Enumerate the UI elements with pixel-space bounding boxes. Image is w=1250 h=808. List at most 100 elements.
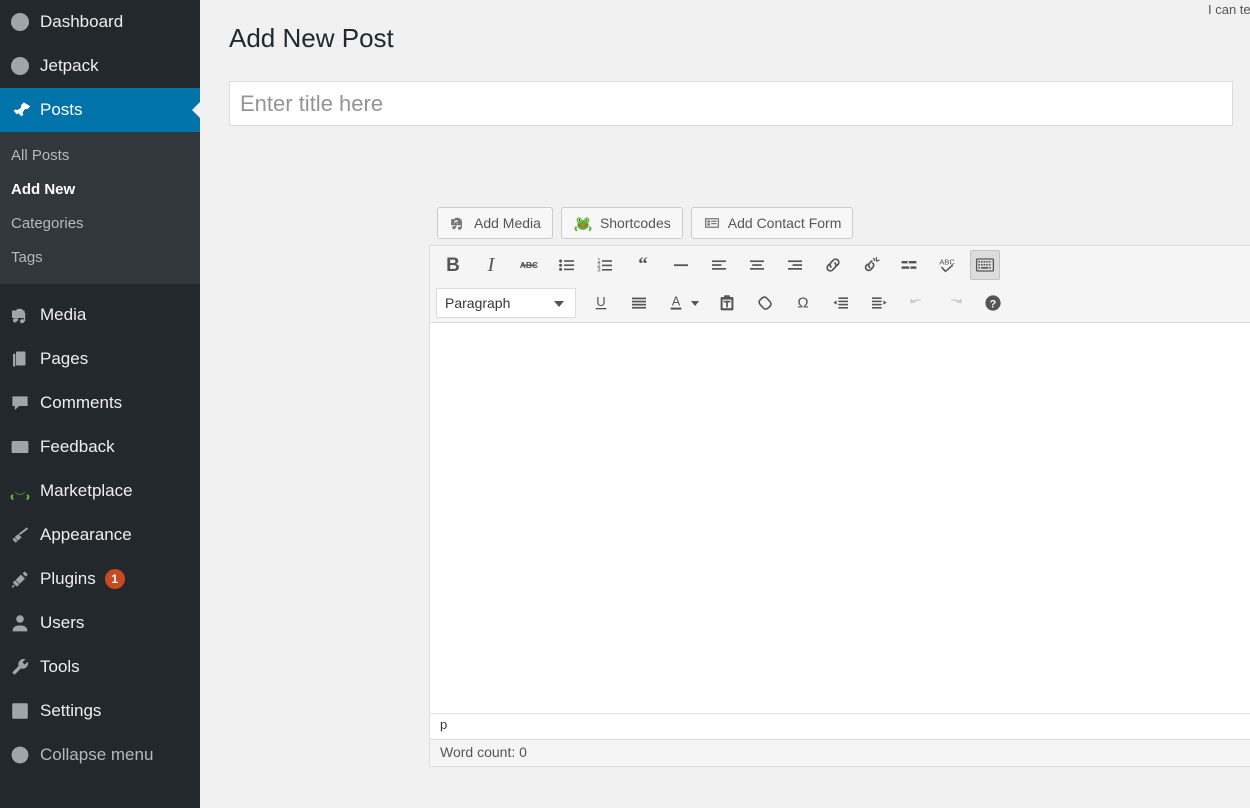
indent-button[interactable] [864, 288, 894, 318]
menu-separator [0, 284, 200, 293]
clear-formatting-button[interactable] [750, 288, 780, 318]
spellcheck-button[interactable]: ABC [932, 250, 962, 280]
text-color-button[interactable]: A [662, 288, 704, 318]
add-media-label: Add Media [474, 215, 541, 231]
add-media-icon [449, 214, 467, 232]
post-editor: Visual Text [429, 196, 1250, 767]
sidebar-item-plugins[interactable]: Plugins 1 [0, 557, 200, 601]
main-content: I can tell Add New Post Visual Text [200, 0, 1250, 808]
chevron-down-icon [691, 300, 699, 306]
sidebar-item-settings[interactable]: Settings [0, 689, 200, 733]
svg-text:?: ? [990, 298, 997, 310]
sidebar-item-dashboard[interactable]: Dashboard [0, 0, 200, 44]
strikethrough-button[interactable]: ABC [514, 250, 544, 280]
align-right-button[interactable] [780, 250, 810, 280]
svg-text:“: “ [638, 254, 648, 275]
sidebar-item-label: Users [40, 613, 85, 632]
plug-icon [9, 568, 31, 590]
user-icon [9, 612, 31, 634]
insert-link-button[interactable] [818, 250, 848, 280]
svg-text:3: 3 [597, 268, 601, 274]
sidebar-item-marketplace[interactable]: Marketplace [0, 469, 200, 513]
toolbar-row-2: ParagraphHeading 1Heading 2Heading 3Head… [430, 284, 1250, 322]
align-center-button[interactable] [742, 250, 772, 280]
sidebar-item-tools[interactable]: Tools [0, 645, 200, 689]
sidebar-item-label: Media [40, 305, 87, 324]
bullet-list-button[interactable] [552, 250, 582, 280]
plugins-update-badge: 1 [104, 569, 125, 589]
sidebar-item-label: Plugins [40, 569, 96, 588]
paragraph-format-select[interactable]: ParagraphHeading 1Heading 2Heading 3Head… [436, 288, 576, 318]
sidebar-item-label: Jetpack [40, 56, 99, 75]
sidebar-item-collapse-menu[interactable]: Collapse menu [0, 733, 200, 777]
paintbrush-icon [9, 524, 31, 546]
add-contact-form-button[interactable]: Add Contact Form [690, 207, 854, 239]
collapse-arrow-icon [9, 744, 31, 766]
dashboard-icon [9, 11, 31, 33]
underline-button[interactable]: U [586, 288, 616, 318]
sidebar-item-label: Pages [40, 349, 89, 368]
post-title-input[interactable] [229, 81, 1233, 126]
svg-text:A: A [672, 295, 681, 309]
sidebar-item-feedback[interactable]: Feedback [0, 425, 200, 469]
sidebar-item-label: Settings [40, 701, 102, 720]
sidebar-item-jetpack[interactable]: Jetpack [0, 44, 200, 88]
sidebar-item-label: Dashboard [40, 12, 124, 31]
submenu-item-all-posts[interactable]: All Posts [0, 139, 200, 173]
align-left-button[interactable] [704, 250, 734, 280]
feedback-icon [9, 436, 31, 458]
wrench-icon [9, 656, 31, 678]
posts-submenu: All Posts Add New Categories Tags [0, 132, 200, 284]
editor-content-area[interactable] [429, 322, 1250, 714]
submenu-item-add-new[interactable]: Add New [0, 173, 200, 207]
screen-meta-hint: I can tell [1208, 2, 1250, 17]
numbered-list-button[interactable]: 1 2 3 [590, 250, 620, 280]
svg-text:Ω: Ω [797, 295, 808, 312]
sidebar-item-users[interactable]: Users [0, 601, 200, 645]
special-character-button[interactable]: Ω [788, 288, 818, 318]
keyboard-shortcuts-button[interactable]: ? [978, 288, 1008, 318]
italic-button[interactable]: I [476, 250, 506, 280]
sidebar-item-posts[interactable]: Posts [0, 88, 200, 132]
add-contact-form-label: Add Contact Form [727, 215, 842, 231]
sidebar-item-label: Posts [40, 100, 83, 119]
media-icon [9, 304, 31, 326]
redo-button[interactable] [940, 288, 970, 318]
read-more-button[interactable] [894, 250, 924, 280]
shortcodes-label: Shortcodes [599, 215, 671, 231]
justify-button[interactable] [624, 288, 654, 318]
comments-icon [9, 392, 31, 414]
word-count-bar: Word count: 0 [429, 740, 1250, 767]
element-path-bar: p [429, 714, 1250, 740]
frog-icon [573, 213, 593, 233]
submenu-item-categories[interactable]: Categories [0, 207, 200, 241]
shortcodes-button[interactable]: Shortcodes [560, 207, 683, 239]
sliders-icon [9, 700, 31, 722]
frog-icon [9, 480, 31, 502]
sidebar-item-label: Marketplace [40, 481, 133, 500]
blockquote-button[interactable]: “ [628, 250, 658, 280]
post-title-wrapper [229, 81, 1233, 126]
editor-toolbar: B I ABC 1 2 3 “ ABC Paragraph U A Ω ? [429, 245, 1250, 322]
submenu-item-tags[interactable]: Tags [0, 241, 200, 275]
media-buttons-bar: Add Media Shortcodes Add Contact Form [429, 196, 1250, 245]
remove-link-button[interactable] [856, 250, 886, 280]
bold-button[interactable]: B [438, 250, 468, 280]
toolbar-toggle-button[interactable] [970, 250, 1000, 280]
sidebar-item-comments[interactable]: Comments [0, 381, 200, 425]
page-title: Add New Post [229, 23, 394, 53]
undo-button[interactable] [902, 288, 932, 318]
sidebar-item-appearance[interactable]: Appearance [0, 513, 200, 557]
sidebar-item-pages[interactable]: Pages [0, 337, 200, 381]
horizontal-rule-button[interactable] [666, 250, 696, 280]
pin-icon [9, 99, 31, 121]
add-media-button[interactable]: Add Media [437, 207, 553, 239]
sidebar-item-media[interactable]: Media [0, 293, 200, 337]
outdent-button[interactable] [826, 288, 856, 318]
format-select-wrapper: ParagraphHeading 1Heading 2Heading 3Head… [434, 286, 582, 320]
sidebar-item-label: Appearance [40, 525, 132, 544]
contact-form-icon [703, 214, 721, 232]
pages-icon [9, 348, 31, 370]
active-pointer [192, 101, 200, 119]
paste-as-text-button[interactable] [712, 288, 742, 318]
